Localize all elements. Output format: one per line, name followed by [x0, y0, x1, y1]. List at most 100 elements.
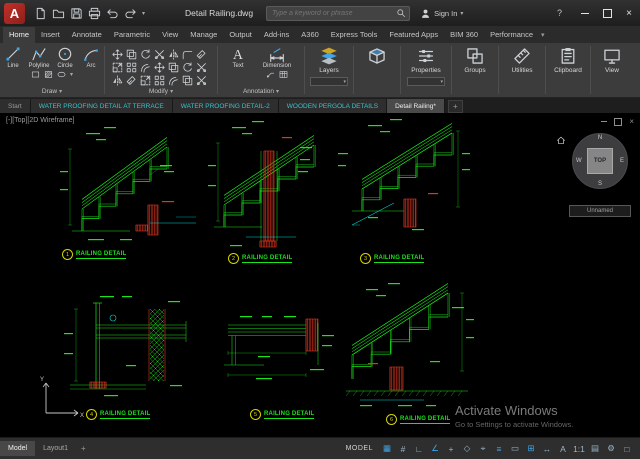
new-drawing-icon[interactable] [34, 7, 47, 20]
properties-button[interactable]: Properties ▾ [401, 43, 451, 97]
array-tool-icon[interactable] [154, 73, 165, 84]
status-toggle-icon[interactable]: ↔ [539, 442, 555, 456]
annotation-panel-footer[interactable]: Annotation▾ [218, 86, 304, 97]
file-tab-detail-railing[interactable]: Detail Railing* [387, 99, 445, 113]
dimension-tool[interactable]: Dimension [255, 43, 299, 69]
table-icon[interactable] [279, 70, 288, 79]
search-icon[interactable] [396, 8, 406, 18]
view-button[interactable]: View [591, 43, 633, 97]
clipboard-button[interactable]: Clipboard [546, 43, 590, 97]
ribbon-tab-a360[interactable]: A360 [295, 27, 325, 43]
search-input[interactable] [270, 9, 396, 18]
fillet-tool-icon[interactable] [182, 47, 193, 58]
file-tab-start[interactable]: Start [0, 99, 31, 113]
ribbon-tab-bim360[interactable]: BIM 360 [444, 27, 484, 43]
ribbon-options-icon[interactable]: ▾ [541, 31, 545, 43]
status-toggle-icon[interactable]: ≡ [491, 442, 507, 456]
detail-label-1[interactable]: 1 RAILING DETAIL [62, 249, 126, 260]
status-toggle-icon[interactable]: ∠ [427, 441, 443, 456]
layout1-tab[interactable]: Layout1 [35, 441, 76, 456]
detail-label-6[interactable]: 6 RAILING DETAIL [386, 414, 450, 425]
detail-label-3[interactable]: 3 RAILING DETAIL [360, 253, 424, 264]
ribbon-tab-parametric[interactable]: Parametric [108, 27, 156, 43]
viewcube-top-face[interactable]: TOP [587, 148, 613, 174]
ribbon-tab-addins[interactable]: Add-ins [258, 27, 295, 43]
rotate-tool-icon[interactable] [140, 47, 151, 58]
status-toggle-icon[interactable]: + [443, 442, 459, 456]
scale-tool-icon[interactable] [140, 73, 151, 84]
status-toggle-icon[interactable]: 1:1 [571, 442, 587, 456]
status-toggle-icon[interactable]: ▭ [507, 441, 523, 456]
ribbon-tab-featured-apps[interactable]: Featured Apps [383, 27, 444, 43]
array-tool-icon[interactable] [126, 60, 137, 71]
model-space-indicator[interactable]: MODEL [346, 445, 373, 452]
draw-panel-footer[interactable]: Draw▾ [0, 86, 104, 97]
qat-dropdown-icon[interactable]: ▾ [142, 10, 145, 17]
maximize-button[interactable] [596, 3, 618, 23]
status-toggle-icon[interactable]: A [555, 442, 571, 456]
status-toggle-icon[interactable]: ▤ [587, 441, 603, 456]
new-layout-button[interactable]: + [76, 444, 91, 453]
hatch-icon[interactable] [44, 70, 53, 79]
file-tab-waterproofing-terrace[interactable]: WATER PROOFING DETAIL AT TERRACE [31, 99, 173, 113]
ribbon-tab-home[interactable]: Home [3, 27, 35, 43]
arc-tool[interactable]: Arc [78, 43, 104, 69]
properties-dropdown[interactable]: ▾ [407, 77, 445, 86]
status-toggle-icon[interactable]: ⌖ [475, 441, 491, 456]
trim-tool-icon[interactable] [196, 73, 207, 84]
detail-label-2[interactable]: 2 RAILING DETAIL [228, 253, 292, 264]
status-toggle-icon[interactable]: ◇ [459, 441, 475, 456]
viewport-minimize-icon[interactable] [601, 121, 607, 122]
viewcube-west[interactable]: W [576, 158, 582, 164]
mirror-tool-icon[interactable] [112, 73, 123, 84]
status-toggle-icon[interactable]: ⊞ [523, 441, 539, 456]
viewcube[interactable]: N S W E TOP [572, 133, 628, 189]
file-tab-waterproofing-2[interactable]: WATER PROOFING DETAIL-2 [173, 99, 279, 113]
status-toggle-icon[interactable]: # [395, 442, 411, 456]
scale-tool-icon[interactable] [112, 60, 123, 71]
viewport-close-icon[interactable]: × [629, 117, 634, 126]
status-toggle-icon[interactable]: ▦ [379, 441, 395, 456]
sign-in-button[interactable]: Sign In ▾ [420, 8, 463, 19]
file-tab-wooden-pergola[interactable]: WOODEN PERGOLA DETAILS [279, 99, 387, 113]
erase-tool-icon[interactable] [196, 47, 207, 58]
move-tool-icon[interactable] [112, 47, 123, 58]
move-tool-icon[interactable] [154, 60, 165, 71]
new-tab-button[interactable]: + [448, 100, 463, 113]
drawing-viewport[interactable]: YX [-][Top][2D Wireframe] × N S W E TOP … [0, 113, 640, 437]
layer-dropdown[interactable]: ▾ [310, 77, 348, 86]
viewport-controls[interactable]: [-][Top][2D Wireframe] [6, 117, 74, 124]
copy-tool-icon[interactable] [168, 60, 179, 71]
model-space-tab[interactable]: Model [0, 441, 35, 456]
app-menu-button[interactable]: A [4, 3, 25, 24]
offset-tool-icon[interactable] [168, 73, 179, 84]
ribbon-tab-view[interactable]: View [156, 27, 184, 43]
detail-label-5[interactable]: 5 RAILING DETAIL [250, 409, 314, 420]
undo-icon[interactable] [106, 7, 119, 20]
rotate-tool-icon[interactable] [182, 60, 193, 71]
layers-button[interactable]: Layers ▾ [305, 43, 353, 97]
redo-icon[interactable] [124, 7, 137, 20]
status-toggle-icon[interactable]: □ [619, 442, 635, 456]
save-icon[interactable] [70, 7, 83, 20]
groups-button[interactable]: Groups [452, 43, 498, 97]
detail-label-4[interactable]: 4 RAILING DETAIL [86, 409, 150, 420]
status-toggle-icon[interactable]: ⚙ [603, 441, 619, 456]
viewcube-south[interactable]: S [598, 181, 602, 187]
viewcube-home-icon[interactable] [556, 135, 566, 145]
circle-tool[interactable]: Circle [52, 43, 78, 69]
viewport-restore-icon[interactable] [614, 118, 622, 126]
offset-tool-icon[interactable] [140, 60, 151, 71]
line-tool[interactable]: Line [0, 43, 26, 69]
help-icon[interactable]: ? [557, 8, 562, 18]
mirror-tool-icon[interactable] [168, 47, 179, 58]
minimize-button[interactable] [574, 3, 596, 23]
draw-flyout-icon[interactable]: ▾ [70, 71, 73, 78]
modify-panel-footer[interactable]: Modify▾ [105, 86, 217, 97]
leader-icon[interactable] [266, 70, 275, 79]
rectangle-icon[interactable] [31, 70, 40, 79]
text-tool[interactable]: A Text [223, 43, 253, 69]
ribbon-tab-manage[interactable]: Manage [184, 27, 223, 43]
viewcube-view-name[interactable]: Unnamed [569, 205, 631, 217]
copy-tool-icon[interactable] [126, 47, 137, 58]
